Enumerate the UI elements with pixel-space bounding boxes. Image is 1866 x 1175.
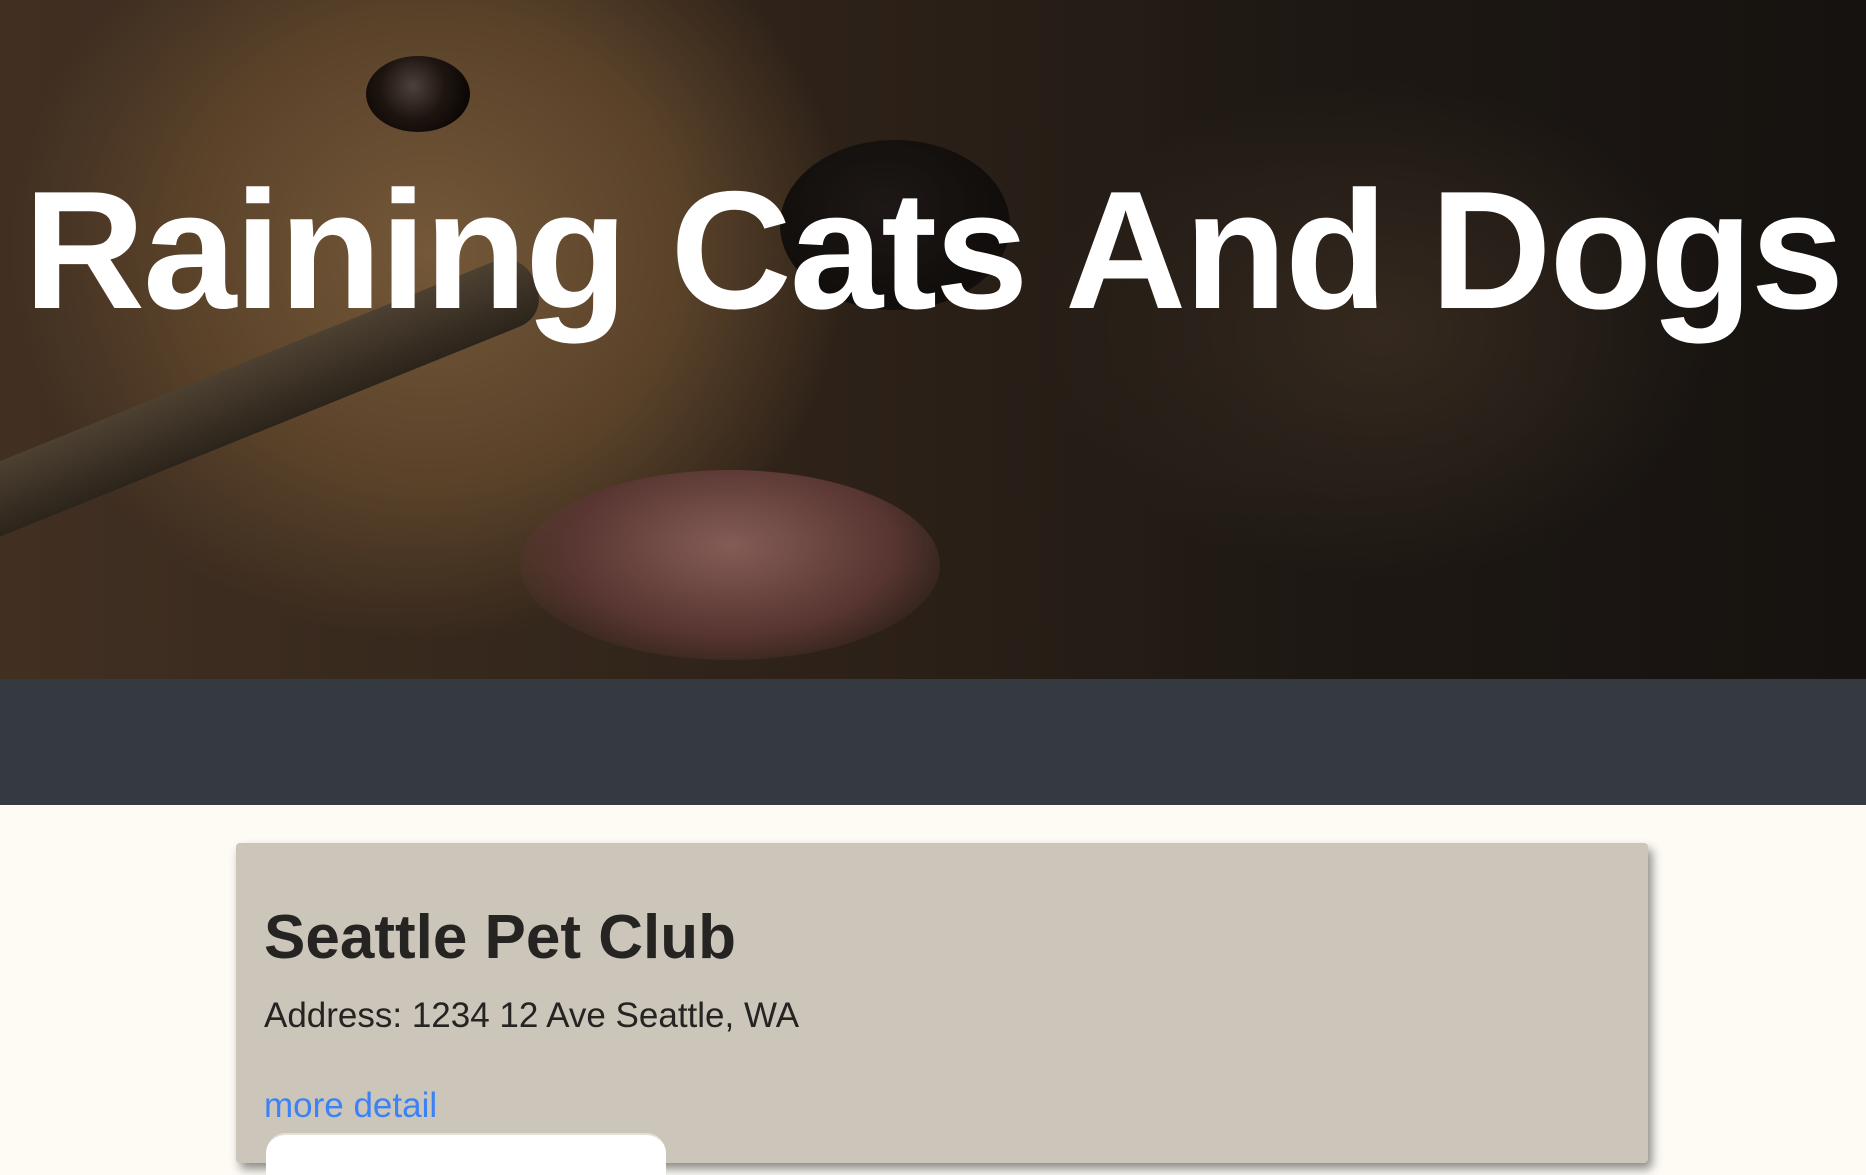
nav-bar xyxy=(0,679,1866,805)
club-image xyxy=(266,1133,666,1175)
more-detail-link[interactable]: more detail xyxy=(264,1085,437,1127)
club-address: Address: 1234 12 Ave Seattle, WA xyxy=(264,996,800,1035)
hero-title: Raining Cats And Dogs xyxy=(23,156,1844,344)
club-card: Seattle Pet Club Address: 1234 12 Ave Se… xyxy=(236,843,1648,1175)
hero-banner: Raining Cats And Dogs xyxy=(0,0,1866,679)
club-name: Seattle Pet Club xyxy=(264,903,736,972)
